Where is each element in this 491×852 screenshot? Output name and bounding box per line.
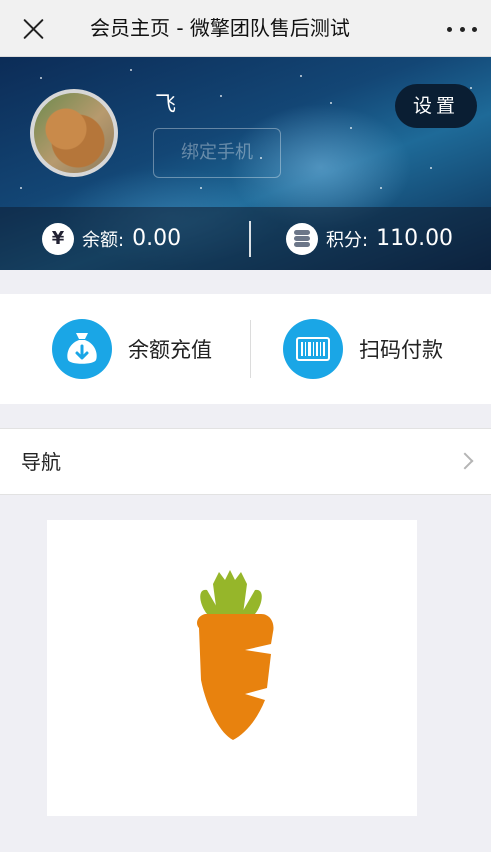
username: 飞 <box>155 92 176 116</box>
top-navbar: 会员主页 - 微擎团队售后测试 <box>0 0 491 57</box>
banner-image[interactable] <box>47 520 417 816</box>
points-value: 110.00 <box>376 226 454 251</box>
points-stat[interactable]: 积分: 110.00 <box>286 207 453 270</box>
close-icon[interactable] <box>18 13 50 45</box>
settings-button[interactable]: 设置 <box>395 84 477 128</box>
money-bag-icon <box>52 319 112 379</box>
chevron-right-icon <box>456 452 474 470</box>
recharge-label: 余额充值 <box>128 338 212 362</box>
bind-phone-button[interactable]: 绑定手机 <box>153 128 281 178</box>
balance-stat[interactable]: ¥ 余额: 0.00 <box>42 207 181 270</box>
more-options-icon[interactable] <box>447 14 477 44</box>
coins-icon <box>286 222 318 255</box>
page-title: 会员主页 - 微擎团队售后测试 <box>90 16 350 40</box>
carrot-logo-icon <box>197 570 274 740</box>
member-header: 飞 绑定手机 设置 ¥ 余额: 0.00 积分: 110.00 <box>0 57 491 270</box>
avatar[interactable] <box>30 89 118 177</box>
scan-pay-label: 扫码付款 <box>359 338 443 362</box>
navigation-row[interactable]: 导航 <box>0 428 491 495</box>
scan-pay-button[interactable]: 扫码付款 <box>283 294 443 404</box>
stats-bar: ¥ 余额: 0.00 积分: 110.00 <box>0 207 491 270</box>
balance-label: 余额: <box>82 229 125 251</box>
barcode-icon <box>283 319 343 379</box>
quick-actions: 余额充值 扫码付款 <box>0 294 491 404</box>
navigation-label: 导航 <box>21 450 61 474</box>
points-label: 积分: <box>326 229 369 251</box>
actions-divider <box>250 320 251 378</box>
stats-divider <box>249 221 251 257</box>
balance-value: 0.00 <box>132 226 182 251</box>
recharge-button[interactable]: 余额充值 <box>52 294 212 404</box>
yen-icon: ¥ <box>42 222 74 255</box>
